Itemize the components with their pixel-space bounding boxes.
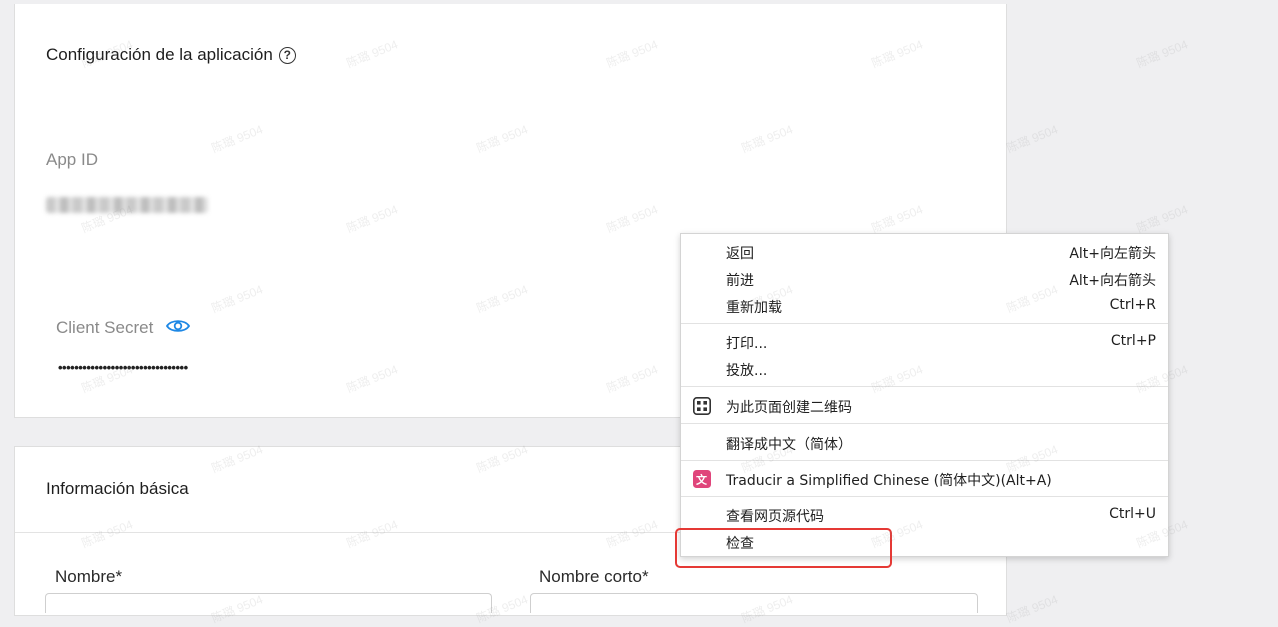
svg-text:文: 文 [696,473,708,487]
app-config-title: Configuración de la aplicación ? [46,45,296,65]
menu-item-translate[interactable]: 翻译成中文（简体） [681,429,1168,456]
menu-item-reload[interactable]: 重新加载 Ctrl+R [681,292,1168,319]
menu-view-source-label: 查看网页源代码 [726,509,824,525]
client-secret-value: •••••••••••••••••••••••••••••••• [58,360,188,375]
menu-reload-shortcut: Ctrl+R [1109,297,1156,313]
menu-item-qr-code[interactable]: 为此页面创建二维码 [681,392,1168,419]
menu-qr-label: 为此页面创建二维码 [726,400,852,416]
watermark-text: 陈璐 9504 [1004,592,1060,626]
menu-back-shortcut: Alt+向左箭头 [1069,246,1156,262]
menu-item-traducir[interactable]: 文 Traducir a Simplified Chinese (简体中文)(A… [681,465,1168,492]
question-circle-icon[interactable]: ? [278,46,296,64]
menu-print-shortcut: Ctrl+P [1110,333,1156,349]
menu-back-label: 返回 [726,246,754,262]
menu-view-source-shortcut: Ctrl+U [1109,506,1156,522]
menu-separator [681,496,1168,497]
eye-icon[interactable] [166,318,191,339]
menu-forward-label: 前进 [726,273,754,289]
menu-item-cast[interactable]: 投放... [681,355,1168,382]
menu-translate-label: 翻译成中文（简体） [726,437,852,453]
menu-separator [681,323,1168,324]
menu-forward-shortcut: Alt+向右箭头 [1069,273,1156,289]
translate-icon: 文 [693,470,711,488]
menu-separator [681,386,1168,387]
browser-context-menu: 返回 Alt+向左箭头 前进 Alt+向右箭头 重新加载 Ctrl+R 打印..… [680,233,1169,557]
menu-traducir-label: Traducir a Simplified Chinese (简体中文)(Alt… [726,473,1052,489]
client-secret-label: Client Secret [56,318,191,339]
qr-code-icon [693,397,711,415]
nombre-corto-label: Nombre corto* [539,567,649,586]
app-config-title-text: Configuración de la aplicación [46,45,273,64]
app-id-label: App ID [46,150,98,169]
menu-cast-label: 投放... [726,363,768,379]
menu-item-print[interactable]: 打印... Ctrl+P [681,328,1168,355]
menu-separator [681,423,1168,424]
nombre-label: Nombre* [55,567,123,586]
menu-item-back[interactable]: 返回 Alt+向左箭头 [681,238,1168,265]
basic-info-title: Información básica [46,479,189,498]
nombre-corto-input[interactable] [530,593,978,613]
app-id-value-redacted [46,197,208,213]
client-secret-label-text: Client Secret [56,318,154,337]
menu-item-forward[interactable]: 前进 Alt+向右箭头 [681,265,1168,292]
menu-print-label: 打印... [726,336,768,352]
watermark-text: 陈璐 9504 [1004,122,1060,156]
menu-reload-label: 重新加载 [726,300,782,316]
menu-separator [681,460,1168,461]
watermark-text: 陈璐 9504 [1134,202,1190,236]
watermark-text: 陈璐 9504 [1134,37,1190,71]
nombre-input[interactable] [45,593,492,613]
inspect-highlight-box [675,528,892,568]
menu-item-view-source[interactable]: 查看网页源代码 Ctrl+U [681,501,1168,528]
